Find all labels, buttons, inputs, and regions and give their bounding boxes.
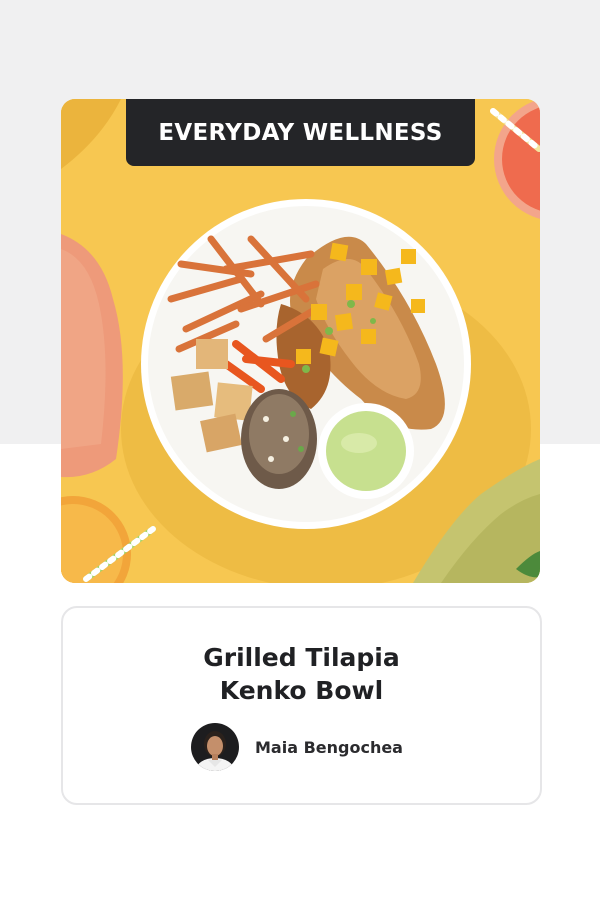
recipe-hero-image[interactable]: [61, 99, 540, 583]
author-name[interactable]: Maia Bengochea: [255, 738, 403, 757]
avatar: [191, 723, 239, 771]
recipe-title[interactable]: Grilled Tilapia Kenko Bowl: [63, 641, 540, 707]
recipe-title-line-2: Kenko Bowl: [219, 676, 384, 705]
author-byline[interactable]: Maia Bengochea: [191, 723, 403, 771]
recipe-info-card[interactable]: Grilled Tilapia Kenko Bowl Maia Bengoche…: [61, 606, 542, 805]
everyday-wellness-banner: EVERYDAY WELLNESS: [126, 99, 475, 166]
recipe-title-line-1: Grilled Tilapia: [203, 643, 400, 672]
